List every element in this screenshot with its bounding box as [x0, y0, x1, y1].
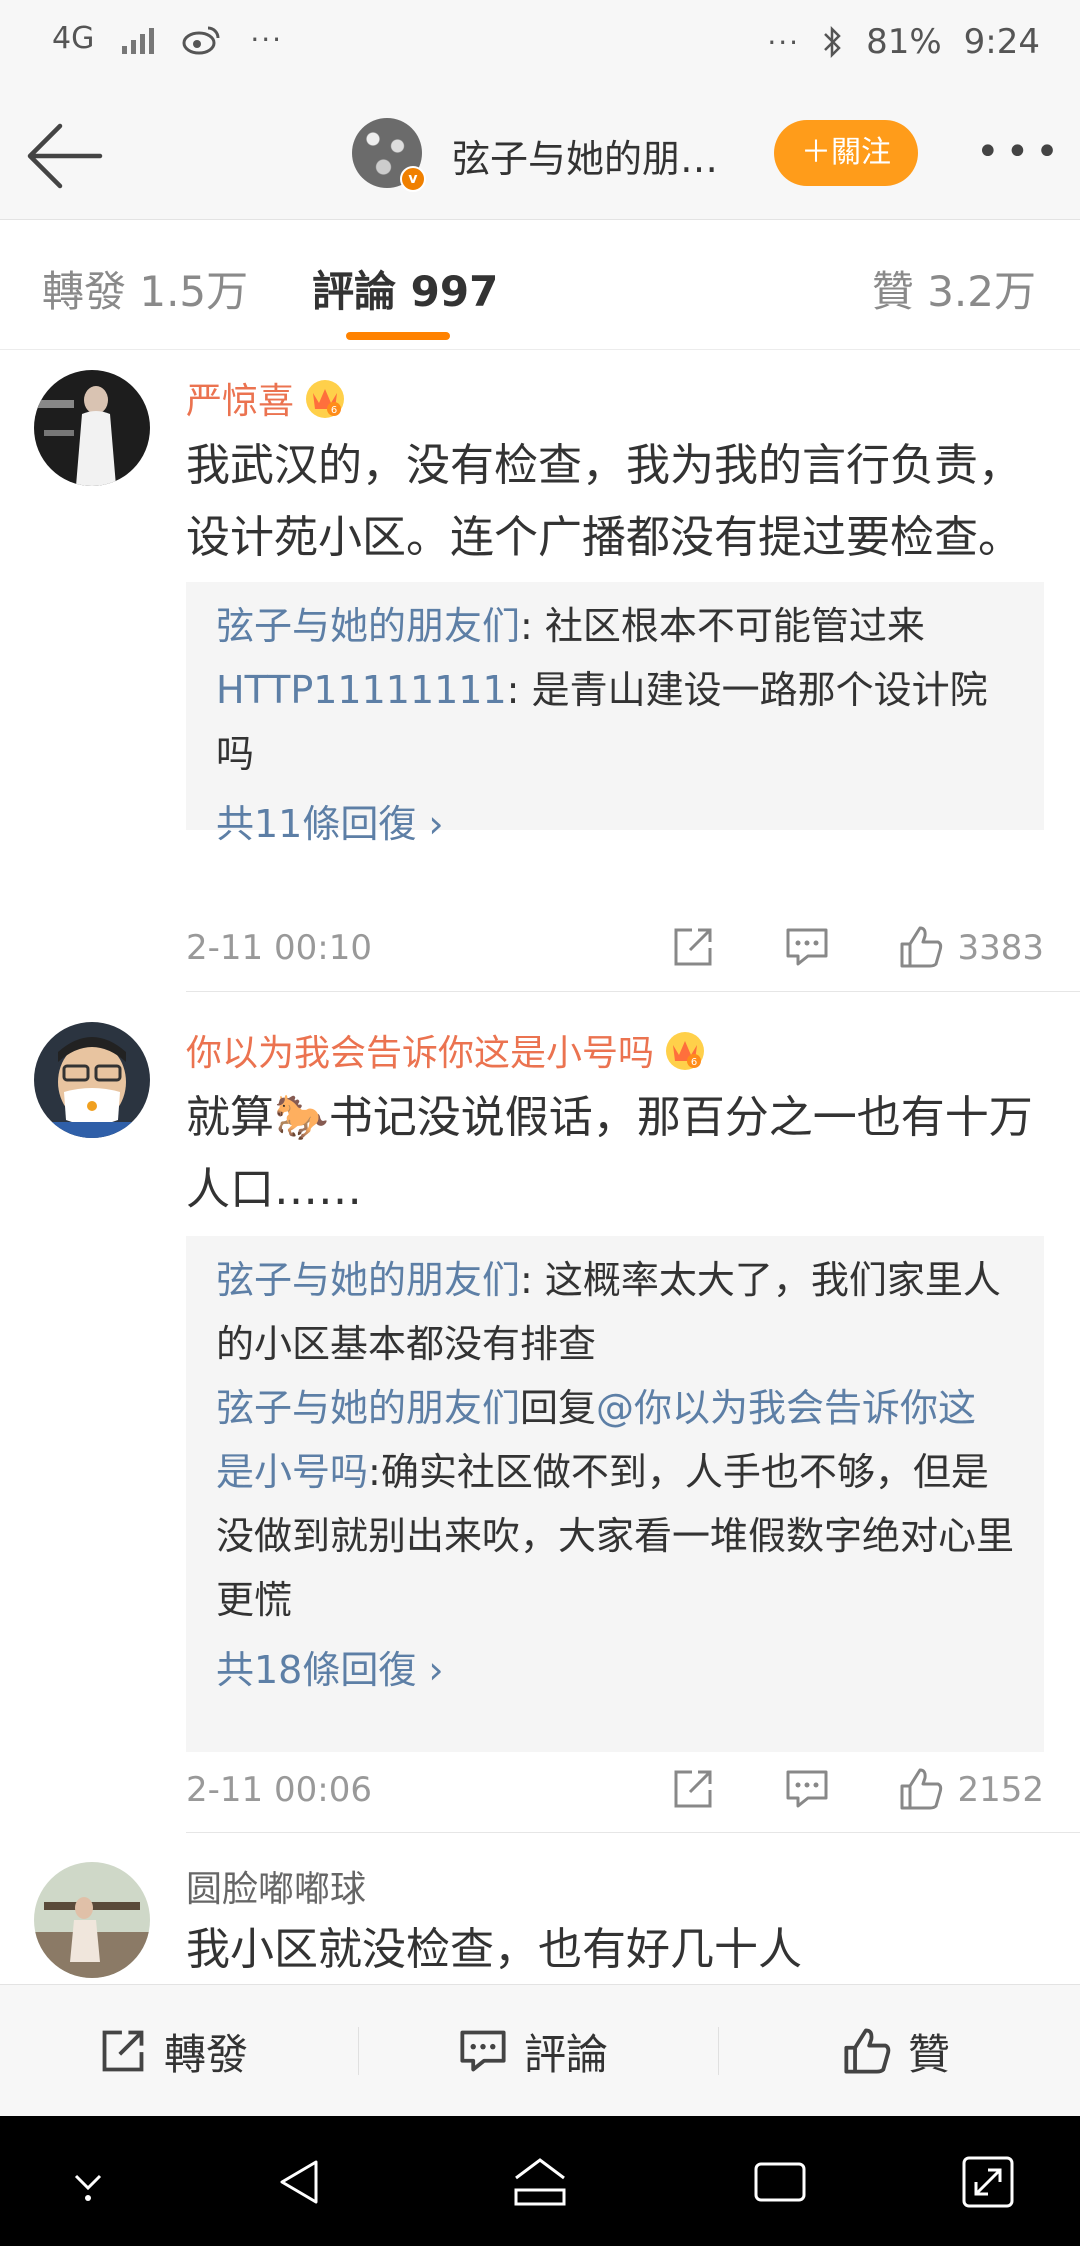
avatar[interactable]	[34, 1022, 150, 1138]
more-options-button[interactable]: •••	[976, 132, 1065, 172]
comment-button[interactable]: 評論	[458, 1985, 608, 2117]
view-all-replies-link[interactable]: 共18條回復 ›	[216, 1638, 1014, 1702]
like-icon[interactable]	[898, 924, 944, 970]
notification-more: ···	[250, 22, 284, 56]
horse-emoji: 🐎	[274, 1092, 329, 1143]
comment-text: 我武汉的，没有检查，我为我的言行负责，设计苑小区。连个广播都没有提过要检查。	[186, 440, 1022, 563]
reply-line: HTTP11111111: 是青山建设一路那个设计院吗	[216, 658, 1014, 786]
thumbs-up-icon	[844, 2028, 891, 2074]
status-bar: 4G ··· ··· 81% 9:24	[0, 0, 1080, 92]
reply-icon[interactable]	[784, 1766, 830, 1812]
svg-text:6: 6	[331, 405, 337, 416]
like-label: 贊	[908, 2029, 951, 2079]
verified-badge-icon: v	[400, 166, 426, 192]
expand-icon[interactable]	[956, 2150, 1020, 2214]
reply-line: 弦子与她的朋友们回复@你以为我会告诉你这是小号吗:确实社区做不到，人手也不够，但…	[216, 1376, 1014, 1632]
clock: 9:24	[963, 22, 1040, 62]
comment-meta: 2-11 00:06 2152	[186, 1760, 1044, 1820]
reply-author[interactable]: 弦子与她的朋友们	[216, 604, 520, 648]
reply-line: 弦子与她的朋友们: 这概率太大了，我们家里人的小区基本都没有排查	[216, 1248, 1014, 1376]
active-tab-indicator	[346, 332, 450, 340]
reply-preview[interactable]: 弦子与她的朋友们: 这概率太大了，我们家里人的小区基本都没有排查 弦子与她的朋友…	[186, 1236, 1044, 1752]
commenter-name[interactable]: 你以为我会告诉你这是小号吗 6	[186, 1024, 706, 1076]
repost-icon	[102, 2030, 144, 2072]
reply-separator: 回复	[520, 1386, 597, 1430]
reply-author[interactable]: 弦子与她的朋友们	[216, 1258, 520, 1302]
comment-label: 評論	[524, 2029, 609, 2079]
reply-author[interactable]: HTTP11111111	[216, 668, 507, 712]
vip-crown-icon: 6	[666, 1032, 705, 1070]
top-navigation: v 弦子与她的朋… ＋關注 •••	[0, 92, 1080, 220]
share-icon[interactable]	[670, 924, 716, 970]
back-arrow-icon	[27, 123, 103, 189]
network-label: 4G	[52, 21, 95, 56]
comment-icon	[460, 2030, 506, 2072]
reply-separator: :	[520, 604, 545, 648]
comment-text: 我小区就没检查，也有好几十人	[186, 1924, 802, 1975]
tab-likes[interactable]: 贊 3.2万	[872, 258, 1036, 319]
account-name[interactable]: 弦子与她的朋…	[452, 128, 718, 183]
repost-label: 轉發	[164, 2029, 249, 2079]
vip-crown-icon: 6	[306, 380, 345, 418]
bottom-action-bar: 轉發 評論 贊	[0, 1984, 1080, 2116]
signal-icon	[122, 24, 155, 54]
comment-text: 就算🐎书记没说假话，那百分之一也有十万人口……	[186, 1082, 1046, 1226]
comment-text-part: 就算	[186, 1092, 274, 1143]
back-button[interactable]	[26, 118, 106, 194]
bluetooth-icon	[824, 25, 841, 59]
avatar[interactable]	[34, 1862, 150, 1978]
comment-divider	[186, 991, 1080, 992]
comment-time: 2-11 00:10	[186, 928, 372, 968]
svg-text:6: 6	[691, 1057, 697, 1068]
system-navigation-bar	[0, 2116, 1080, 2246]
network-type: 4G	[52, 24, 94, 54]
repost-button[interactable]: 轉發	[98, 1985, 248, 2117]
recent-apps-icon[interactable]	[748, 2150, 812, 2214]
like-count: 3383	[957, 928, 1044, 968]
view-all-replies-link[interactable]: 共11條回復 ›	[216, 792, 1014, 856]
separator	[358, 2027, 359, 2075]
commenter-name-text[interactable]: 你以为我会告诉你这是小号吗	[186, 1033, 654, 1074]
tab-comments[interactable]: 評論 997	[312, 258, 498, 319]
hide-keyboard-icon[interactable]	[56, 2150, 120, 2214]
like-button[interactable]: 贊	[842, 1985, 950, 2117]
like-count: 2152	[957, 1770, 1044, 1810]
separator	[718, 2027, 719, 2075]
home-icon[interactable]	[508, 2150, 572, 2214]
reply-line: 弦子与她的朋友们: 社区根本不可能管过来	[216, 594, 1014, 658]
commenter-name-text[interactable]: 严惊喜	[186, 381, 294, 422]
tab-bar: 轉發 1.5万 評論 997 贊 3.2万	[0, 220, 1080, 350]
tab-reposts[interactable]: 轉發 1.5万	[42, 258, 248, 319]
status-more: ···	[767, 25, 801, 59]
battery-level: 81%	[866, 22, 942, 62]
comment-meta: 2-11 00:10 3383	[186, 918, 1044, 978]
comment-time: 2-11 00:06	[186, 1770, 372, 1810]
reply-separator: :	[506, 668, 532, 712]
reply-text: 社区根本不可能管过来	[544, 604, 925, 648]
reply-separator: :	[520, 1258, 545, 1302]
commenter-name[interactable]: 严惊喜 6	[186, 372, 346, 424]
reply-icon[interactable]	[784, 924, 830, 970]
commenter-name[interactable]: 圆脸嘟嘟球	[186, 1860, 366, 1912]
share-icon[interactable]	[670, 1766, 716, 1812]
reply-author[interactable]: 弦子与她的朋友们	[216, 1386, 520, 1430]
like-icon[interactable]	[898, 1766, 944, 1812]
reply-preview[interactable]: 弦子与她的朋友们: 社区根本不可能管过来 HTTP11111111: 是青山建设…	[186, 582, 1044, 846]
comment-divider	[186, 1832, 1080, 1833]
follow-button[interactable]: ＋關注	[774, 120, 918, 186]
weibo-icon	[182, 26, 220, 55]
avatar[interactable]	[34, 370, 150, 486]
back-triangle-icon[interactable]	[270, 2150, 334, 2214]
